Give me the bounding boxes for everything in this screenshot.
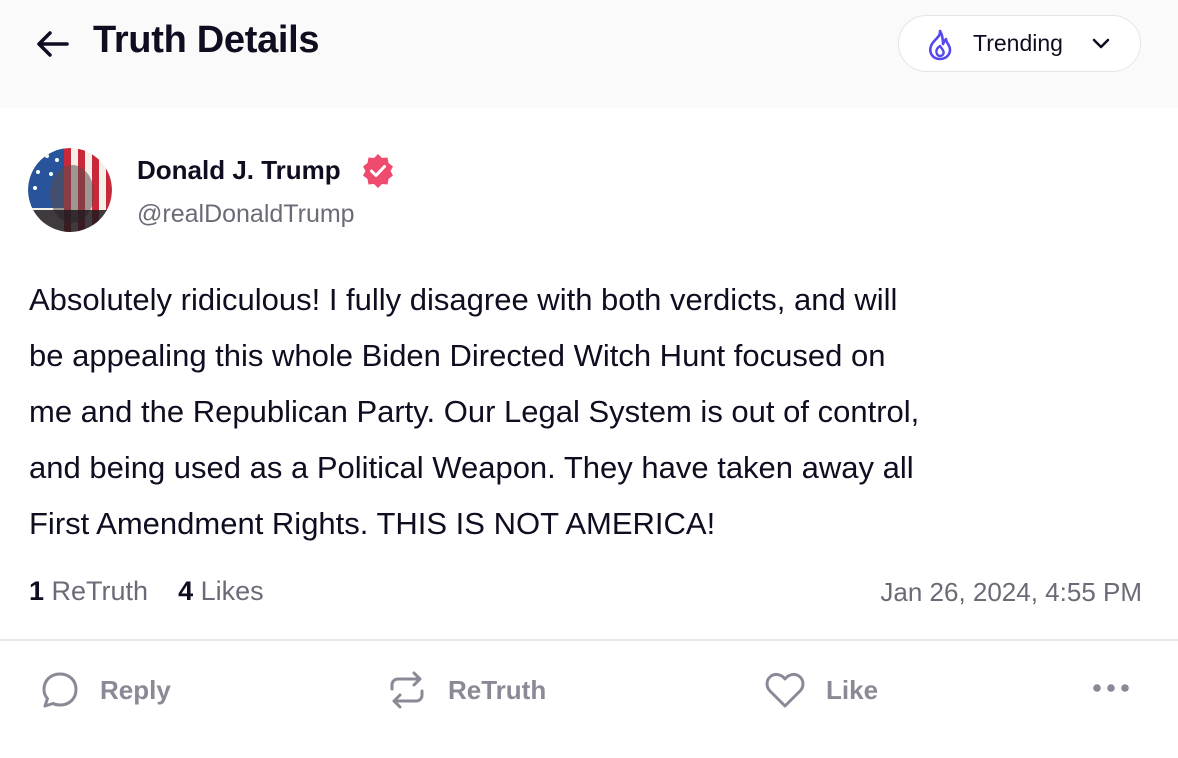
retruths-count-link[interactable]: 1 ReTruth xyxy=(29,576,148,606)
heart-icon xyxy=(765,672,805,708)
likes-count-link[interactable]: 4 Likes xyxy=(178,576,264,606)
more-dots-icon[interactable] xyxy=(1090,680,1132,696)
likes-label: Likes xyxy=(200,576,264,606)
reply-label: Reply xyxy=(100,674,171,705)
retruths-label: ReTruth xyxy=(51,576,149,606)
flame-icon xyxy=(929,29,952,61)
post-text-line: be appealing this whole Biden Directed W… xyxy=(29,338,886,373)
feed-selector-dropdown[interactable]: Trending xyxy=(898,15,1141,72)
post-timestamp: Jan 26, 2024, 4:55 PM xyxy=(880,577,1142,607)
back-button[interactable] xyxy=(30,24,74,64)
like-button[interactable]: Like xyxy=(764,668,878,712)
post-text-line: Absolutely ridiculous! I fully disagree … xyxy=(29,282,898,317)
retruths-count: 1 xyxy=(29,576,45,606)
post-body: Absolutely ridiculous! I fully disagree … xyxy=(29,272,1139,552)
avatar-image xyxy=(28,148,112,232)
reply-button[interactable]: Reply xyxy=(40,668,171,712)
verified-badge-icon xyxy=(363,154,393,188)
author-handle: @realDonaldTrump xyxy=(137,200,355,228)
retruth-button[interactable]: ReTruth xyxy=(386,668,546,712)
page-title: Truth Details xyxy=(93,19,320,61)
post-text-line: First Amendment Rights. THIS IS NOT AMER… xyxy=(29,506,716,541)
post-text-line: me and the Republican Party. Our Legal S… xyxy=(29,394,920,429)
author-avatar[interactable] xyxy=(28,148,112,232)
arrow-left-icon xyxy=(37,31,69,57)
like-label: Like xyxy=(826,674,879,705)
feed-selector-label: Trending xyxy=(973,30,1063,56)
post-text-line: and being used as a Political Weapon. Th… xyxy=(29,450,914,485)
chevron-down-icon xyxy=(1092,38,1110,49)
reply-bubble-icon xyxy=(42,672,78,708)
post-stats: 1 ReTruth 4 Likes xyxy=(29,576,264,607)
page-header: Truth Details Trending xyxy=(0,0,1178,108)
retruth-label: ReTruth xyxy=(448,674,547,705)
author-name[interactable]: Donald J. Trump xyxy=(137,155,341,186)
divider xyxy=(0,639,1178,641)
retruth-arrows-icon xyxy=(390,671,424,709)
likes-count: 4 xyxy=(178,576,194,606)
